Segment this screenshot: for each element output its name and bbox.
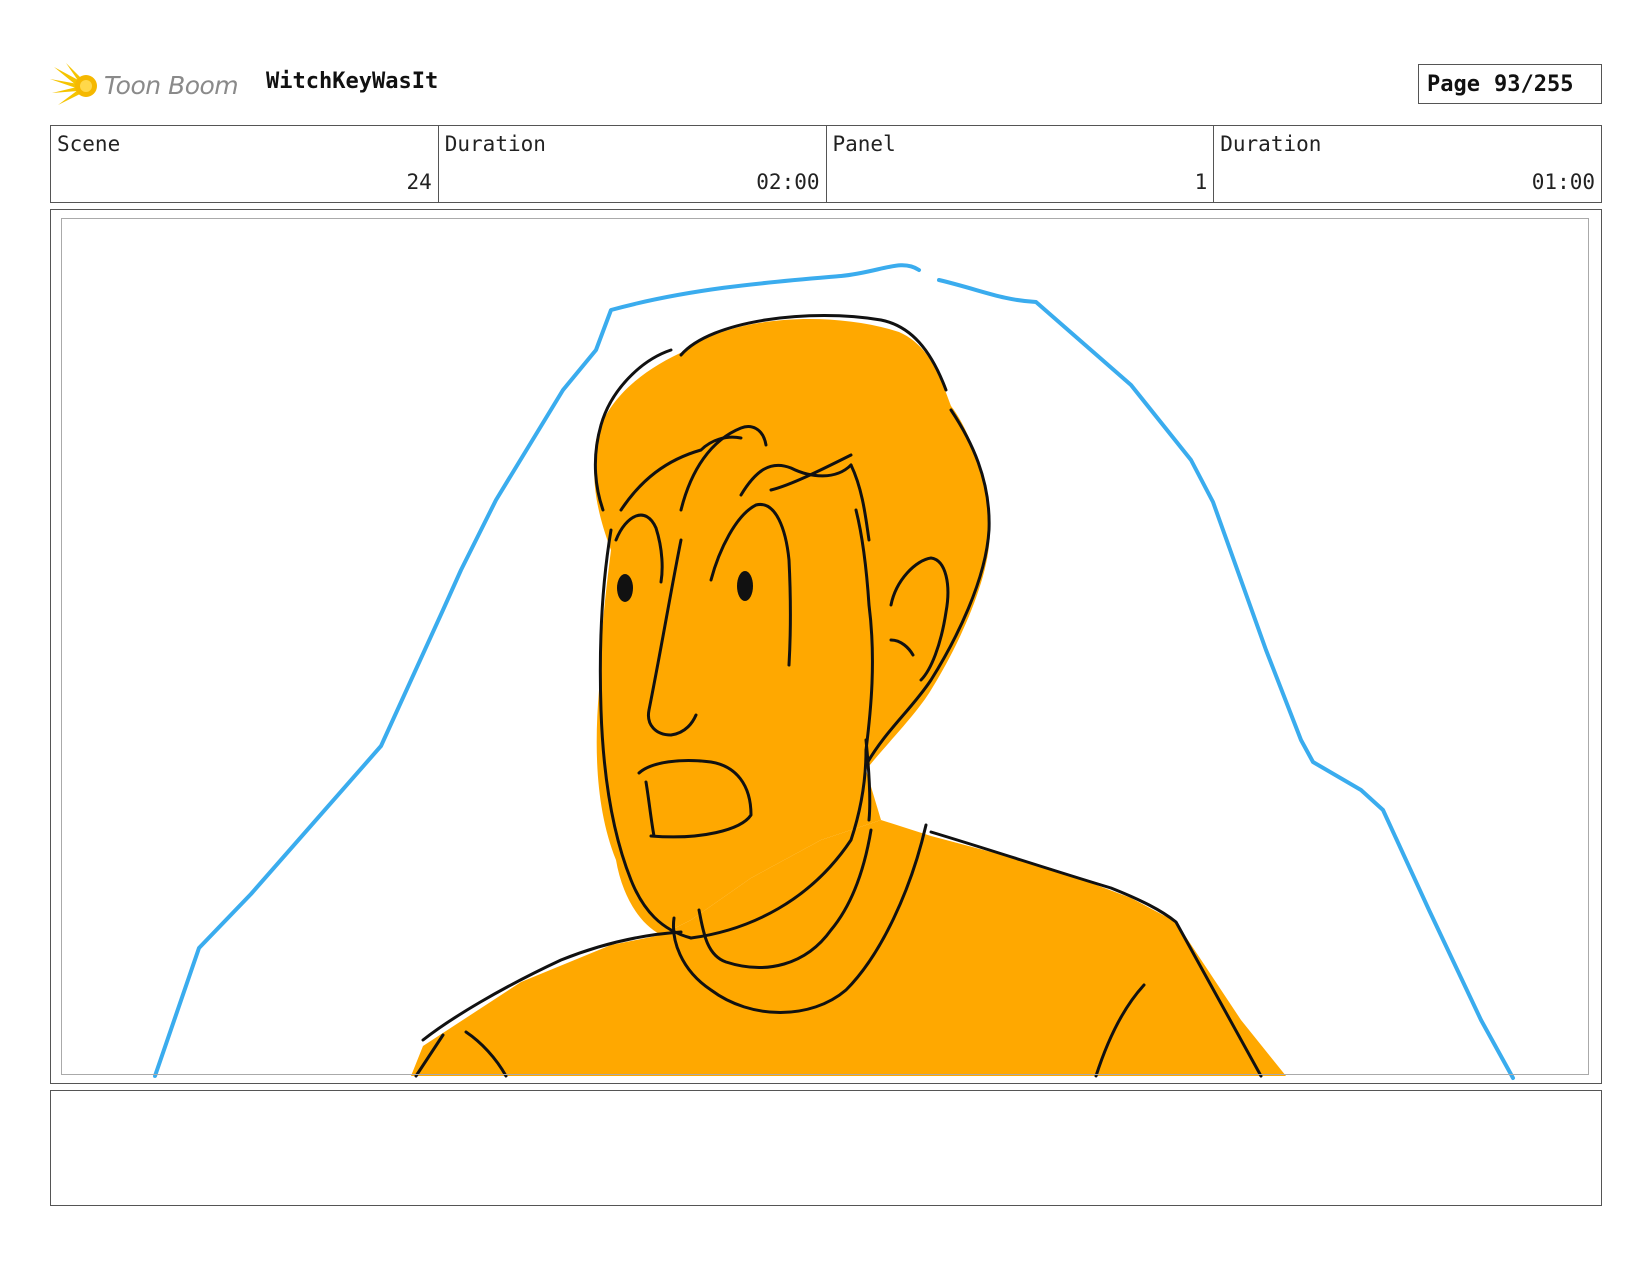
panel-notes-box[interactable] xyxy=(50,1090,1602,1206)
panel-value: 1 xyxy=(1194,170,1208,194)
storyboard-header: Toon Boom WitchKeyWasIt Page 93/255 xyxy=(50,55,1602,115)
project-title: WitchKeyWasIt xyxy=(266,69,439,94)
scene-info-table: Scene 24 Duration 02:00 Panel 1 Duration… xyxy=(50,125,1602,203)
brand-name: Toon Boom xyxy=(104,70,239,100)
panel-label: Panel xyxy=(832,132,896,156)
eye-right xyxy=(737,571,753,601)
eye-left xyxy=(617,574,633,602)
scene-value: 24 xyxy=(406,170,432,194)
page-label: Page xyxy=(1427,71,1480,97)
panel-cell: Panel 1 xyxy=(827,126,1215,202)
panel-image-frame xyxy=(50,209,1602,1084)
page-indicator: Page 93/255 xyxy=(1418,64,1602,104)
scene-label: Scene xyxy=(57,132,121,156)
character-body-fill xyxy=(411,820,1286,1076)
scene-duration-cell: Duration 02:00 xyxy=(439,126,827,202)
scene-cell: Scene 24 xyxy=(51,126,439,202)
scene-duration-value: 02:00 xyxy=(756,170,820,194)
panel-duration-label: Duration xyxy=(1220,132,1322,156)
page-value: 93/255 xyxy=(1493,71,1574,97)
toon-boom-logo-icon xyxy=(50,63,97,105)
scene-duration-label: Duration xyxy=(444,132,546,156)
panel-duration-value: 01:00 xyxy=(1531,170,1595,194)
panel-sketch xyxy=(153,263,1515,1080)
panel-duration-cell: Duration 01:00 xyxy=(1214,126,1601,202)
toon-boom-logo: Toon Boom xyxy=(50,59,239,111)
